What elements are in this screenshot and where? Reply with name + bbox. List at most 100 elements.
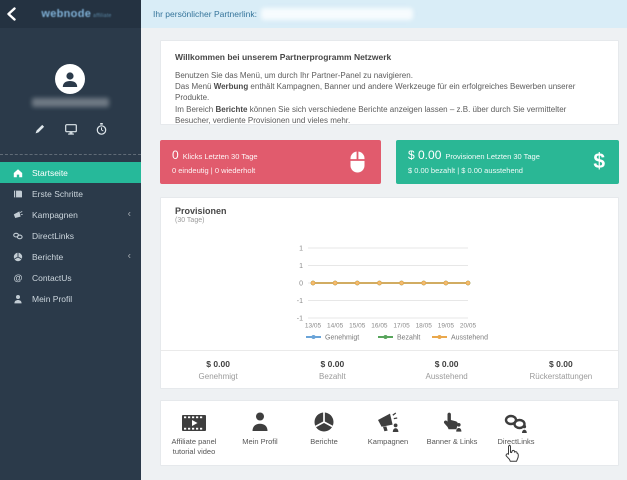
sidebar-menu: Startseite Erste Schritte Kampagnen ‹ Di…: [0, 162, 141, 309]
sidebar-item-contactus[interactable]: @ ContactUs: [0, 267, 141, 288]
link-icon: [489, 410, 543, 433]
commissions-chart-card: Provisionen (30 Tage) 1 1 0 -1 -1 13/05 14/05 1…: [160, 197, 619, 389]
film-icon: [165, 410, 223, 433]
shortcuts-card: Affiliate panel tutorial video Mein Prof…: [160, 400, 619, 466]
megaphone-icon: [13, 210, 23, 220]
summary-ausstehend: $ 0.00 Ausstehend: [425, 359, 468, 381]
collapse-sidebar-button[interactable]: [0, 0, 22, 28]
at-icon: @: [13, 272, 23, 283]
profile-toolbar: [0, 121, 141, 137]
x-axis-tick: 19/05: [438, 323, 455, 330]
svg-text:Genehmigt: Genehmigt: [325, 334, 359, 341]
sidebar-item-label: ContactUs: [32, 272, 72, 283]
summary-rueckerstattungen: $ 0.00 Rückerstattungen: [529, 359, 593, 381]
welcome-line-3: Im Bereich Berichte können Sie sich vers…: [175, 104, 567, 125]
sidebar-item-label: Startseite: [32, 167, 68, 178]
commissions-label: Provisionen Letzten 30 Tage: [445, 152, 540, 161]
welcome-line-2: Das Menü Werbung enthält Kampagnen, Bann…: [175, 82, 576, 103]
shortcut-label: Kampagnen: [367, 437, 409, 446]
sidebar-item-directlinks[interactable]: DirectLinks: [0, 225, 141, 246]
welcome-line-1: Benutzen Sie das Menü, um durch Ihr Part…: [175, 71, 413, 80]
svg-text:Bezahlt: Bezahlt: [397, 334, 420, 341]
sidebar: Startseite Erste Schritte Kampagnen ‹ Di…: [0, 28, 141, 480]
topbar-brand-area: webnode affiliate: [0, 0, 141, 28]
shortcut-berichte[interactable]: Berichte: [297, 410, 351, 447]
sidebar-item-erste-schritte[interactable]: Erste Schritte: [0, 183, 141, 204]
pie-chart-icon: [13, 252, 23, 262]
x-axis-tick: 15/05: [349, 323, 366, 330]
edit-profile-button[interactable]: [32, 121, 48, 137]
y-axis-tick: 0: [299, 280, 303, 287]
commissions-value: $ 0.00: [408, 148, 442, 162]
clicks-breakdown: 0 eindeutig | 0 wiederholt: [172, 166, 256, 175]
partner-link-label: Ihr persönlicher Partnerlink:: [153, 9, 257, 19]
y-axis-tick: 1: [299, 245, 303, 252]
y-axis-tick: -1: [297, 298, 303, 305]
pencil-icon: [35, 124, 45, 134]
welcome-text: Benutzen Sie das Menü, um durch Ihr Part…: [175, 70, 604, 126]
provisionen-line-chart: 110-1-113/05 14/05 15/05 16/05 17/05 18/05 19/…: [297, 245, 488, 341]
sidebar-item-mein-profil[interactable]: Mein Profil: [0, 288, 141, 309]
summary-bezahlt: $ 0.00 Bezahlt: [319, 359, 346, 381]
link-icon: [13, 231, 23, 241]
x-axis-tick: 20/05: [460, 323, 477, 330]
sidebar-item-label: Erste Schritte: [32, 188, 84, 199]
sidebar-item-kampagnen[interactable]: Kampagnen ‹: [0, 204, 141, 225]
shortcut-kampagnen[interactable]: Kampagnen: [361, 410, 415, 447]
shortcut-directlinks[interactable]: DirectLinks: [489, 410, 543, 447]
book-icon: [13, 189, 23, 199]
monitor-icon: [64, 123, 77, 135]
shortcut-mein-profil[interactable]: Mein Profil: [233, 410, 287, 447]
user-icon: [59, 68, 81, 90]
x-axis-tick: 18/05: [416, 323, 433, 330]
clicks-label: Klicks Letzten 30 Tage: [182, 152, 258, 161]
shortcut-label: Affiliate panel tutorial video: [171, 437, 217, 456]
commissions-stat-card: $ 0.00 Provisionen Letzten 30 Tage $ 0.0…: [396, 140, 619, 184]
dollar-icon: $: [593, 150, 605, 173]
x-axis-tick: 17/05: [393, 323, 410, 330]
commissions-breakdown: $ 0.00 bezahlt | $ 0.00 ausstehend: [408, 166, 523, 175]
legend-item-bezahlt[interactable]: Bezahlt: [378, 334, 420, 341]
shortcut-label: Banner & Links: [426, 437, 478, 446]
shortcut-banner-links[interactable]: Banner & Links: [425, 410, 479, 447]
username-blurred: [32, 98, 109, 107]
summary-genehmigt: $ 0.00 Genehmigt: [198, 359, 238, 381]
hand-cursor: [503, 444, 520, 463]
shortcut-label: Berichte: [310, 437, 338, 446]
pie-chart-icon: [297, 410, 351, 433]
chart-title: Provisionen: [175, 206, 227, 216]
welcome-card: Willkommen bei unserem Partnerprogramm N…: [160, 40, 619, 125]
avatar: [55, 64, 85, 94]
sidebar-item-label: Berichte: [32, 251, 64, 262]
partner-link-bar: Ihr persönlicher Partnerlink:: [141, 0, 627, 28]
x-axis-tick: 13/05: [305, 323, 322, 330]
user-icon: [13, 294, 23, 304]
y-axis-tick: -1: [297, 315, 303, 322]
user-icon: [233, 410, 287, 433]
chart-summary-row: $ 0.00 Genehmigt $ 0.00 Bezahlt $ 0.00 A…: [161, 350, 618, 389]
chevron-left-icon: ‹: [127, 250, 131, 262]
sidebar-item-berichte[interactable]: Berichte ‹: [0, 246, 141, 267]
session-timer-button[interactable]: [94, 121, 110, 137]
desktop-view-button[interactable]: [63, 121, 79, 137]
svg-text:Ausstehend: Ausstehend: [451, 334, 488, 341]
clicks-stat-card: 0 Klicks Letzten 30 Tage 0 eindeutig | 0…: [160, 140, 381, 184]
y-axis-tick: 1: [299, 263, 303, 270]
brand-suffix: affiliate: [93, 13, 112, 19]
clicks-value: 0: [172, 148, 179, 162]
legend-item-genehmigt[interactable]: Genehmigt: [306, 334, 359, 341]
sidebar-item-label: DirectLinks: [32, 230, 75, 241]
x-axis-tick: 16/05: [371, 323, 388, 330]
megaphone-icon: [361, 410, 415, 433]
mouse-icon: [348, 150, 367, 174]
shortcut-tutorial-video[interactable]: Affiliate panel tutorial video: [165, 410, 223, 457]
shortcut-label: Mein Profil: [242, 437, 278, 446]
welcome-title: Willkommen bei unserem Partnerprogramm N…: [175, 52, 392, 62]
home-icon: [13, 168, 23, 178]
stopwatch-icon: [96, 123, 107, 135]
partner-link-value-blurred[interactable]: [260, 8, 413, 20]
sidebar-item-startseite[interactable]: Startseite: [0, 162, 141, 183]
sidebar-item-label: Mein Profil: [32, 293, 73, 304]
affiliate-panel-app: webnode affiliate Ihr persönlicher Partne…: [0, 0, 627, 480]
legend-item-ausstehend[interactable]: Ausstehend: [432, 334, 488, 341]
